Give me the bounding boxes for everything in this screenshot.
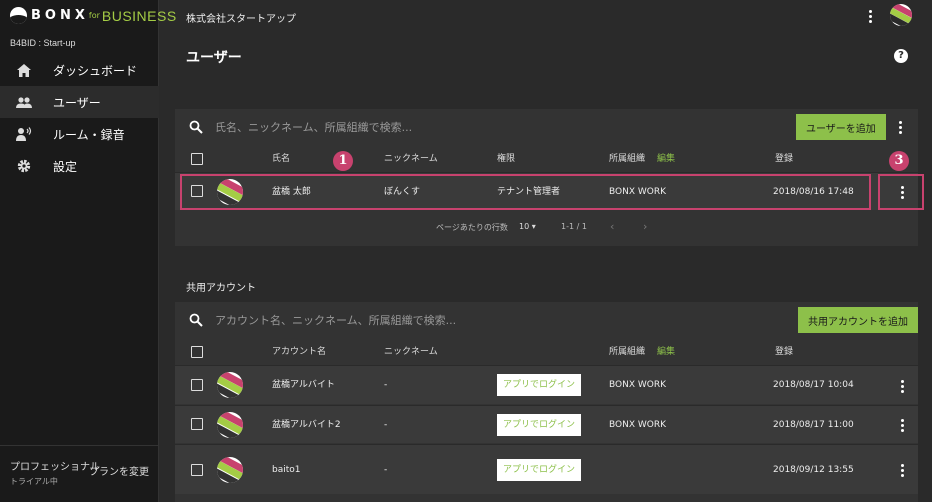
table-row[interactable]: 盆橋アルバイト2 - アプリでログイン BONX WORK 2018/08/17… [175,405,918,443]
page-title: ユーザー [186,50,242,66]
edit-org-link[interactable]: 編集 [657,347,675,357]
menu-highlight-box [878,174,924,210]
rows-per-page-select[interactable]: 10 ▾ [519,222,536,231]
account-nickname: - [384,380,388,390]
account-registered: 2018/08/17 10:04 [773,380,854,390]
app-login-button[interactable]: アプリでログイン [497,459,582,481]
brand-logo[interactable]: BONX for BUSINESS [10,7,177,24]
row-more-icon[interactable] [896,462,908,478]
bonx-logo-icon [10,7,27,24]
account-registered: 2018/09/12 13:55 [773,465,854,475]
sidebar-item-label: 設定 [53,159,78,174]
row-highlight-box [180,174,871,210]
users-search-row: ユーザーを追加 [175,109,918,145]
people-icon [16,94,32,110]
account-nickname: - [384,465,388,475]
shared-accounts-card: 共用アカウントを追加 アカウント名 ニックネーム 所属組織 編集 登録 盆橋アルバ… [175,302,918,502]
table-row[interactable]: baito1 - アプリでログイン 2018/09/12 13:55 [175,444,918,494]
account-org: BONX WORK [609,420,666,430]
gear-icon [16,158,32,174]
row-more-icon[interactable] [896,378,908,394]
column-account-name: アカウント名 [272,347,327,357]
column-role: 権限 [497,154,516,164]
prev-page-icon[interactable]: ‹ [610,220,614,233]
select-all-checkbox[interactable] [191,346,203,358]
column-name: 氏名 [272,154,291,164]
column-nickname: ニックネーム [384,154,438,164]
account-registered: 2018/08/17 11:00 [773,420,854,430]
app-login-button[interactable]: アプリでログイン [497,414,582,436]
pagination: ページあたりの行数 10 ▾ 1-1 / 1 ‹ › [175,217,918,239]
sidebar-item-settings[interactable]: 設定 [0,150,159,182]
shared-table-header: アカウント名 ニックネーム 所属組織 編集 登録 [175,338,918,366]
sidebar-item-label: ユーザー [53,95,101,110]
account-avatar [217,457,243,483]
column-org-label: 所属組織 [609,154,646,164]
sidebar-item-rooms[interactable]: ルーム・録音 [0,118,159,150]
sidebar: BONX for BUSINESS B4BID : Start-up ダッシュボ… [0,0,176,502]
sidebar-item-label: ルーム・録音 [53,127,125,142]
rows-per-page-value: 10 [519,222,530,231]
column-org: 所属組織 編集 [609,338,675,366]
users-more-icon[interactable] [894,119,906,135]
account-avatar [217,412,243,438]
add-shared-account-button[interactable]: 共用アカウントを追加 [798,307,918,333]
org-id: B4BID : Start-up [10,38,76,48]
account-avatar [217,372,243,398]
row-checkbox[interactable] [191,418,203,430]
account-nickname: - [384,420,388,430]
brand-for: for [88,11,100,20]
annotation-badge-1: 1 [333,151,353,171]
shared-search-input[interactable] [215,312,695,328]
shared-section-title: 共用アカウント [186,283,256,294]
sidebar-item-dashboard[interactable]: ダッシュボード [0,54,159,86]
next-page-icon[interactable]: › [643,220,647,233]
account-name: 盆橋アルバイト [272,380,335,390]
sidebar-item-label: ダッシュボード [53,63,138,78]
column-org: 所属組織 編集 [609,145,675,173]
select-all-checkbox[interactable] [191,153,203,165]
home-icon [16,62,32,78]
rows-per-page-label: ページあたりの行数 [436,223,508,232]
edit-org-link[interactable]: 編集 [657,154,675,164]
search-icon [189,120,203,134]
plan-footer: プロフェッショナル トライアル中 プランを変更 [0,445,159,502]
speaker-icon [16,126,32,142]
top-bar: 株式会社スタートアップ [160,0,932,32]
help-icon[interactable]: ? [894,49,908,63]
company-name: 株式会社スタートアップ [186,14,296,25]
shared-search-row: 共用アカウントを追加 [175,302,918,338]
account-avatar[interactable] [890,4,912,26]
app-login-button[interactable]: アプリでログイン [497,374,582,396]
search-icon [189,313,203,327]
account-name: baito1 [272,465,301,475]
users-table-header: 氏名 ニックネーム 権限 所属組織 編集 登録 [175,145,918,173]
top-more-icon[interactable] [864,8,876,24]
sidebar-item-users[interactable]: ユーザー [0,86,159,118]
account-org: BONX WORK [609,380,666,390]
users-search-input[interactable] [215,119,695,135]
column-registered: 登録 [775,347,794,357]
column-registered: 登録 [775,154,794,164]
row-checkbox[interactable] [191,379,203,391]
add-user-button[interactable]: ユーザーを追加 [796,114,886,140]
column-nickname: ニックネーム [384,347,438,357]
table-row[interactable]: 盆橋アルバイト - アプリでログイン BONX WORK 2018/08/17 … [175,365,918,404]
page-range: 1-1 / 1 [561,222,587,231]
change-plan-button[interactable]: プランを変更 [89,463,149,478]
column-org-label: 所属組織 [609,347,646,357]
sidebar-nav: ダッシュボード ユーザー ルーム・録音 設定 [0,54,159,182]
row-checkbox[interactable] [191,464,203,476]
dropdown-arrow-icon: ▾ [531,222,536,231]
brand-mark: BONX [31,8,89,23]
annotation-badge-3: 3 [889,151,909,171]
account-name: 盆橋アルバイト2 [272,420,341,430]
row-more-icon[interactable] [896,417,908,433]
